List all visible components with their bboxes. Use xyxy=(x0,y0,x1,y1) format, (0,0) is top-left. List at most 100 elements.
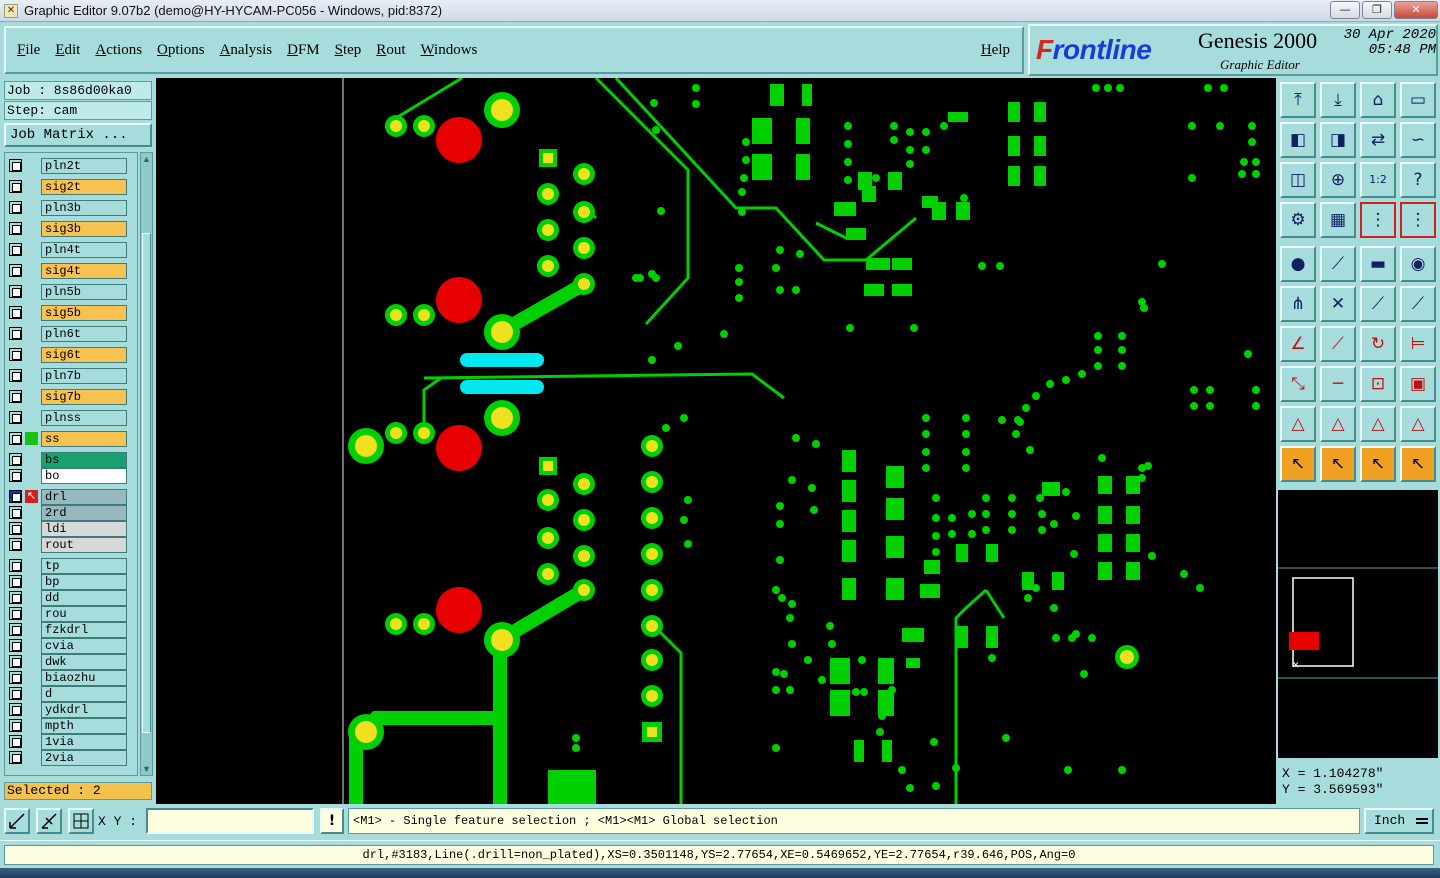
surface-icon[interactable]: ▣ xyxy=(1400,366,1436,402)
layer-name[interactable]: dd xyxy=(41,590,127,606)
layer-checkbox[interactable] xyxy=(9,432,22,445)
close-button[interactable]: ✕ xyxy=(1394,1,1438,19)
layer-name[interactable]: pln7b xyxy=(41,368,127,384)
layer-name[interactable]: bo xyxy=(41,468,127,484)
layer-name[interactable]: plnss xyxy=(41,410,127,426)
resize-icon[interactable]: ⤡ xyxy=(1280,366,1316,402)
layer-checkbox[interactable] xyxy=(9,671,22,684)
layer-checkbox[interactable] xyxy=(9,607,22,620)
layer-name[interactable]: sig3b xyxy=(41,221,127,237)
layer-name[interactable]: bs xyxy=(41,452,127,468)
layer-row-rou[interactable]: rou xyxy=(7,605,129,622)
layer-checkbox[interactable] xyxy=(9,369,22,382)
menu-dfm[interactable]: DFM xyxy=(287,42,320,59)
copy-icon[interactable]: ⟋ xyxy=(1400,286,1436,322)
measure-icon[interactable] xyxy=(36,808,62,834)
pan-icon[interactable]: ⇄ xyxy=(1360,122,1396,158)
select-circle-icon[interactable]: ↖ xyxy=(1360,446,1396,482)
scroll-up-arrow-icon[interactable]: ▲ xyxy=(141,153,152,165)
snap-icon[interactable] xyxy=(4,808,30,834)
layer-name[interactable]: sig4t xyxy=(41,263,127,279)
rotate-icon[interactable]: ↻ xyxy=(1360,326,1396,362)
layer-checkbox[interactable] xyxy=(9,751,22,764)
layer-row-ldi[interactable]: ldi xyxy=(7,520,129,537)
layer-checkbox[interactable] xyxy=(9,285,22,298)
layer-row-drl[interactable]: ↖ drl xyxy=(7,488,129,505)
open-step-icon[interactable]: ⤒ xyxy=(1280,82,1316,118)
layer-checkbox[interactable] xyxy=(9,390,22,403)
layer-row-pln5b[interactable]: pln5b xyxy=(7,283,129,300)
layer-checkbox[interactable] xyxy=(9,655,22,668)
layer-name[interactable]: cvia xyxy=(41,638,127,654)
menu-actions[interactable]: Actions xyxy=(95,42,142,59)
home-icon[interactable]: ⌂ xyxy=(1360,82,1396,118)
layer-row-bs[interactable]: bs xyxy=(7,451,129,468)
layer-name[interactable]: pln3b xyxy=(41,200,127,216)
layer-name[interactable]: ldi xyxy=(41,521,127,537)
layer-row-bp[interactable]: bp xyxy=(7,573,129,590)
grid-icon[interactable] xyxy=(68,808,94,834)
line-edit-icon[interactable]: ⟋ xyxy=(1320,326,1356,362)
angle-icon[interactable]: ∠ xyxy=(1280,326,1316,362)
select-arrow-icon[interactable]: ↖ xyxy=(1320,446,1356,482)
add-pad-icon[interactable]: ● xyxy=(1280,246,1316,282)
layer-row-bo[interactable]: bo xyxy=(7,467,129,484)
redraw-icon[interactable]: ∽ xyxy=(1400,122,1436,158)
layer-name[interactable]: fzkdrl xyxy=(41,622,127,638)
add-line-icon[interactable]: ⟋ xyxy=(1320,246,1356,282)
layer-checkbox[interactable] xyxy=(9,180,22,193)
layer-row-mpth[interactable]: mpth xyxy=(7,717,129,734)
window-icon[interactable]: ▭ xyxy=(1400,82,1436,118)
layer-name[interactable]: 2rd xyxy=(41,505,127,521)
move-icon[interactable]: ⟋ xyxy=(1360,286,1396,322)
layer-row-sig4t[interactable]: sig4t xyxy=(7,262,129,279)
warning-button[interactable]: ! xyxy=(320,808,344,834)
close-step-icon[interactable]: ⤓ xyxy=(1320,82,1356,118)
layer-row-rout[interactable]: rout xyxy=(7,536,129,553)
layer-row-sig7b[interactable]: sig7b xyxy=(7,388,129,405)
menu-rout[interactable]: Rout xyxy=(376,42,405,59)
layer-row-ydkdrl[interactable]: ydkdrl xyxy=(7,701,129,718)
maximize-button[interactable]: ❐ xyxy=(1362,1,1392,19)
layer-checkbox[interactable] xyxy=(9,538,22,551)
menu-analysis[interactable]: Analysis xyxy=(220,42,273,59)
select-icon[interactable]: ↖ xyxy=(1280,446,1316,482)
layer-name[interactable]: 1via xyxy=(41,734,127,750)
layer-checkbox[interactable] xyxy=(9,719,22,732)
graphic-canvas[interactable] xyxy=(156,78,1276,804)
layer-name[interactable]: bp xyxy=(41,574,127,590)
layer-row-sig2t[interactable]: sig2t xyxy=(7,178,129,195)
layer-row-fzkdrl[interactable]: fzkdrl xyxy=(7,621,129,638)
menu-windows[interactable]: Windows xyxy=(420,42,477,59)
layer-name[interactable]: dwk xyxy=(41,654,127,670)
measure-icon[interactable]: ⊡ xyxy=(1360,366,1396,402)
layer-row-2rd[interactable]: 2rd xyxy=(7,504,129,521)
menu-options[interactable]: Options xyxy=(157,42,205,59)
scroll-down-arrow-icon[interactable]: ▼ xyxy=(141,763,152,775)
help-icon[interactable]: ? xyxy=(1400,162,1436,198)
job-matrix-button[interactable]: Job Matrix ... xyxy=(4,123,152,147)
layer-row-plnss[interactable]: plnss xyxy=(7,409,129,426)
layer-checkbox[interactable] xyxy=(9,243,22,256)
layer-checkbox[interactable] xyxy=(9,411,22,424)
layer-row-pln2t[interactable]: pln2t xyxy=(7,157,129,174)
layer-row-tp[interactable]: tp xyxy=(7,557,129,574)
layer-name[interactable]: d xyxy=(41,686,127,702)
zoom-forward-icon[interactable]: ◨ xyxy=(1320,122,1356,158)
layer-name[interactable]: mpth xyxy=(41,718,127,734)
layer-checkbox[interactable] xyxy=(9,159,22,172)
connect-icon[interactable]: ⋔ xyxy=(1280,286,1316,322)
add-circle-icon[interactable]: ◉ xyxy=(1400,246,1436,282)
layer-name[interactable]: ss xyxy=(41,431,127,447)
layer-name[interactable]: rou xyxy=(41,606,127,622)
fit-screen-icon[interactable]: ◫ xyxy=(1280,162,1316,198)
layer-row-d[interactable]: d xyxy=(7,685,129,702)
layer-checkbox[interactable] xyxy=(9,735,22,748)
layer-checkbox[interactable] xyxy=(9,490,22,503)
minimize-button[interactable]: — xyxy=(1330,1,1360,19)
layer-row-sig3b[interactable]: sig3b xyxy=(7,220,129,237)
mirror-icon[interactable]: ⊨ xyxy=(1400,326,1436,362)
scale-1-2-icon[interactable]: 1:2 xyxy=(1360,162,1396,198)
layer-row-2via[interactable]: 2via xyxy=(7,749,129,766)
graphic-control-icon[interactable]: ⚙ xyxy=(1280,202,1316,238)
